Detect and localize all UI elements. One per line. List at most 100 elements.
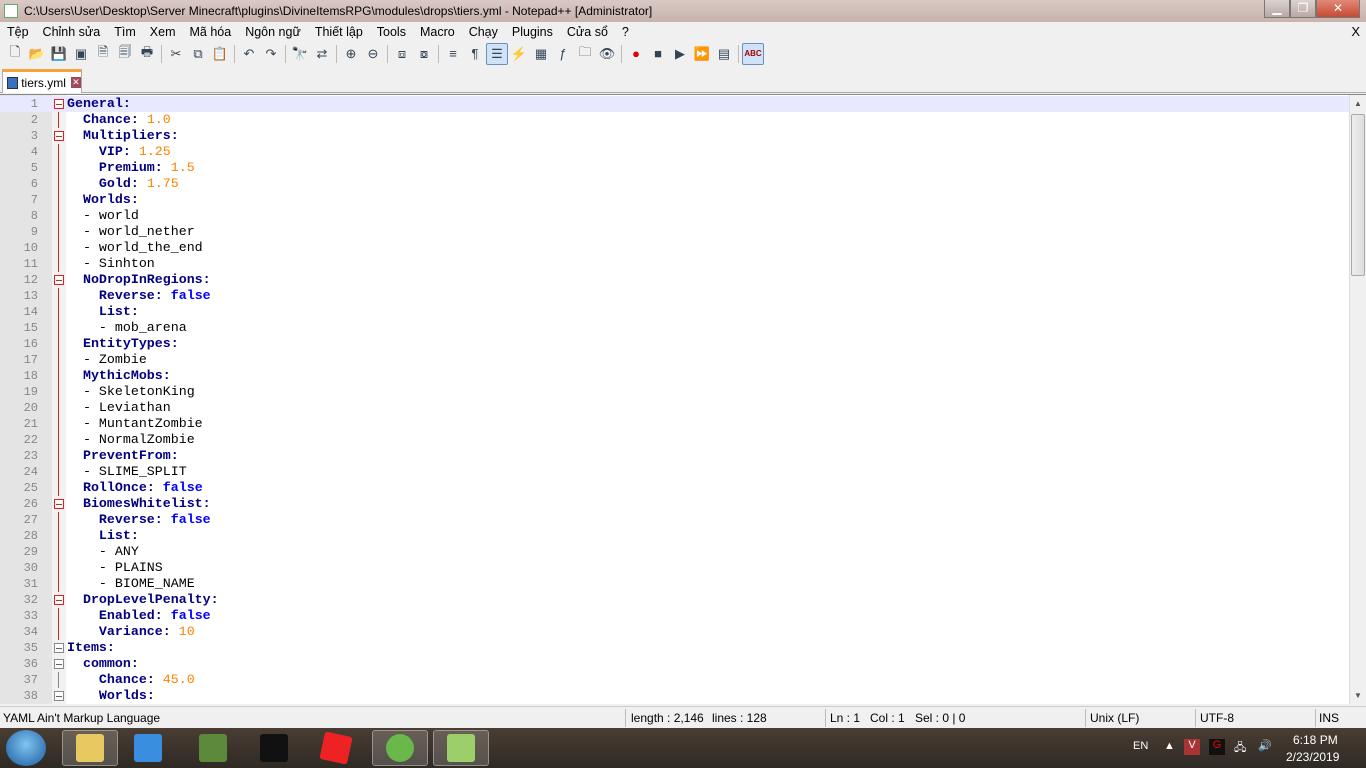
- code-line[interactable]: 18 MythicMobs:: [0, 368, 1349, 384]
- taskbar-coccoc[interactable]: [372, 730, 428, 766]
- menu-item[interactable]: Chạy: [462, 25, 505, 39]
- sync-horizontal-icon[interactable]: ⧇: [413, 43, 435, 65]
- code-line[interactable]: 23 PreventFrom:: [0, 448, 1349, 464]
- code-line[interactable]: 36 common:: [0, 656, 1349, 672]
- tray-v-icon[interactable]: V: [1184, 739, 1200, 755]
- code-line[interactable]: 28 List:: [0, 528, 1349, 544]
- code-line[interactable]: 34 Variance: 10: [0, 624, 1349, 640]
- code-line[interactable]: 37 Chance: 45.0: [0, 672, 1349, 688]
- save-macro-icon[interactable]: ▤: [713, 43, 735, 65]
- find-icon[interactable]: 🔭: [289, 43, 311, 65]
- clock-time[interactable]: 6:18 PM: [1293, 733, 1338, 747]
- code-line[interactable]: 22 - NormalZombie: [0, 432, 1349, 448]
- taskbar-garena[interactable]: [246, 730, 302, 766]
- menu-item[interactable]: Mã hóa: [182, 25, 238, 39]
- code-line[interactable]: 16 EntityTypes:: [0, 336, 1349, 352]
- indent-guide-icon[interactable]: ☰: [486, 42, 508, 65]
- print-icon[interactable]: 🖶: [136, 43, 158, 65]
- fold-toggle-icon[interactable]: [54, 691, 64, 701]
- code-line[interactable]: 32 DropLevelPenalty:: [0, 592, 1349, 608]
- show-all-chars-icon[interactable]: ¶: [464, 43, 486, 65]
- code-line[interactable]: 1 General:: [0, 96, 1349, 112]
- code-line[interactable]: 35 Items:: [0, 640, 1349, 656]
- code-line[interactable]: 8 - world: [0, 208, 1349, 224]
- menu-item[interactable]: Tools: [370, 25, 413, 39]
- code-line[interactable]: 21 - MuntantZombie: [0, 416, 1349, 432]
- code-line[interactable]: 13 Reverse: false: [0, 288, 1349, 304]
- start-button[interactable]: [6, 730, 46, 766]
- maximize-button[interactable]: ❐: [1290, 0, 1316, 18]
- menu-item[interactable]: Macro: [413, 25, 462, 39]
- menu-item[interactable]: Tìm: [107, 25, 143, 39]
- code-line[interactable]: 11 - Sinhton: [0, 256, 1349, 272]
- new-file-icon[interactable]: 🗋: [4, 43, 26, 65]
- scroll-down-icon[interactable]: ▼: [1350, 687, 1366, 704]
- stop-macro-icon[interactable]: ■: [647, 43, 669, 65]
- code-line[interactable]: 14 List:: [0, 304, 1349, 320]
- menu-item[interactable]: Thiết lập: [308, 25, 370, 39]
- undo-icon[interactable]: ↶: [238, 43, 260, 65]
- replace-icon[interactable]: ⇄: [311, 43, 333, 65]
- close-document-button[interactable]: X: [1351, 24, 1360, 39]
- menu-item[interactable]: Cửa sổ: [560, 25, 615, 39]
- taskbar-minecraft[interactable]: [185, 730, 241, 766]
- fold-toggle-icon[interactable]: [54, 131, 64, 141]
- open-file-icon[interactable]: 📂: [26, 43, 48, 65]
- taskbar-explorer[interactable]: [62, 730, 118, 766]
- volume-icon[interactable]: 🔊: [1258, 739, 1272, 752]
- code-line[interactable]: 19 - SkeletonKing: [0, 384, 1349, 400]
- code-line[interactable]: 38 Worlds:: [0, 688, 1349, 704]
- code-line[interactable]: 10 - world_the_end: [0, 240, 1349, 256]
- fold-toggle-icon[interactable]: [54, 275, 64, 285]
- save-all-icon[interactable]: ▣: [70, 43, 92, 65]
- function-list-icon[interactable]: ƒ: [552, 43, 574, 65]
- folder-workspace-icon[interactable]: 🗀: [574, 43, 596, 65]
- sync-vertical-icon[interactable]: ⧈: [391, 43, 413, 65]
- redo-icon[interactable]: ↷: [260, 43, 282, 65]
- network-icon[interactable]: 🖧: [1234, 739, 1246, 758]
- spell-check-icon[interactable]: ABC: [742, 42, 764, 65]
- code-line[interactable]: 12 NoDropInRegions:: [0, 272, 1349, 288]
- taskbar-media-player[interactable]: [120, 730, 176, 766]
- tray-language[interactable]: EN: [1133, 740, 1148, 752]
- fold-toggle-icon[interactable]: [54, 499, 64, 509]
- menu-item[interactable]: Chỉnh sửa: [36, 25, 108, 39]
- doc-map-icon[interactable]: ▦: [530, 43, 552, 65]
- code-line[interactable]: 17 - Zombie: [0, 352, 1349, 368]
- code-line[interactable]: 26 BiomesWhitelist:: [0, 496, 1349, 512]
- scroll-up-icon[interactable]: ▲: [1350, 95, 1366, 112]
- code-line[interactable]: 7 Worlds:: [0, 192, 1349, 208]
- code-line[interactable]: 9 - world_nether: [0, 224, 1349, 240]
- code-line[interactable]: 15 - mob_arena: [0, 320, 1349, 336]
- code-line[interactable]: 3 Multipliers:: [0, 128, 1349, 144]
- udl-icon[interactable]: ⚡: [508, 43, 530, 65]
- taskbar-notepadpp[interactable]: [433, 730, 489, 766]
- menu-item[interactable]: Ngôn ngữ: [238, 25, 308, 39]
- monitoring-icon[interactable]: 👁: [596, 43, 618, 65]
- minimize-button[interactable]: ▁: [1264, 0, 1290, 18]
- tray-show-hidden-icon[interactable]: ▲: [1164, 740, 1175, 752]
- zoom-in-icon[interactable]: ⊕: [340, 43, 362, 65]
- close-all-icon[interactable]: 🗐: [114, 43, 136, 65]
- menu-item[interactable]: Plugins: [505, 25, 560, 39]
- word-wrap-icon[interactable]: ≡: [442, 43, 464, 65]
- menu-item[interactable]: ?: [615, 25, 636, 39]
- code-line[interactable]: 5 Premium: 1.5: [0, 160, 1349, 176]
- close-button[interactable]: ✕: [1316, 0, 1360, 18]
- code-line[interactable]: 20 - Leviathan: [0, 400, 1349, 416]
- clock-date[interactable]: 2/23/2019: [1286, 750, 1339, 764]
- menu-item[interactable]: Xem: [143, 25, 183, 39]
- code-line[interactable]: 33 Enabled: false: [0, 608, 1349, 624]
- cut-icon[interactable]: ✂: [165, 43, 187, 65]
- menu-item[interactable]: Tệp: [0, 25, 36, 39]
- tray-garena-icon[interactable]: G: [1209, 739, 1225, 755]
- scrollbar-thumb[interactable]: [1351, 114, 1365, 276]
- close-tab-icon[interactable]: ✕: [70, 77, 81, 88]
- code-editor[interactable]: 1 General: 2 Chance: 1.0 3 Multipliers: 4 VI…: [0, 94, 1366, 704]
- code-line[interactable]: 4 VIP: 1.25: [0, 144, 1349, 160]
- copy-icon[interactable]: ⧉: [187, 43, 209, 65]
- code-line[interactable]: 29 - ANY: [0, 544, 1349, 560]
- code-line[interactable]: 2 Chance: 1.0: [0, 112, 1349, 128]
- play-macro-icon[interactable]: ▶: [669, 43, 691, 65]
- fold-toggle-icon[interactable]: [54, 595, 64, 605]
